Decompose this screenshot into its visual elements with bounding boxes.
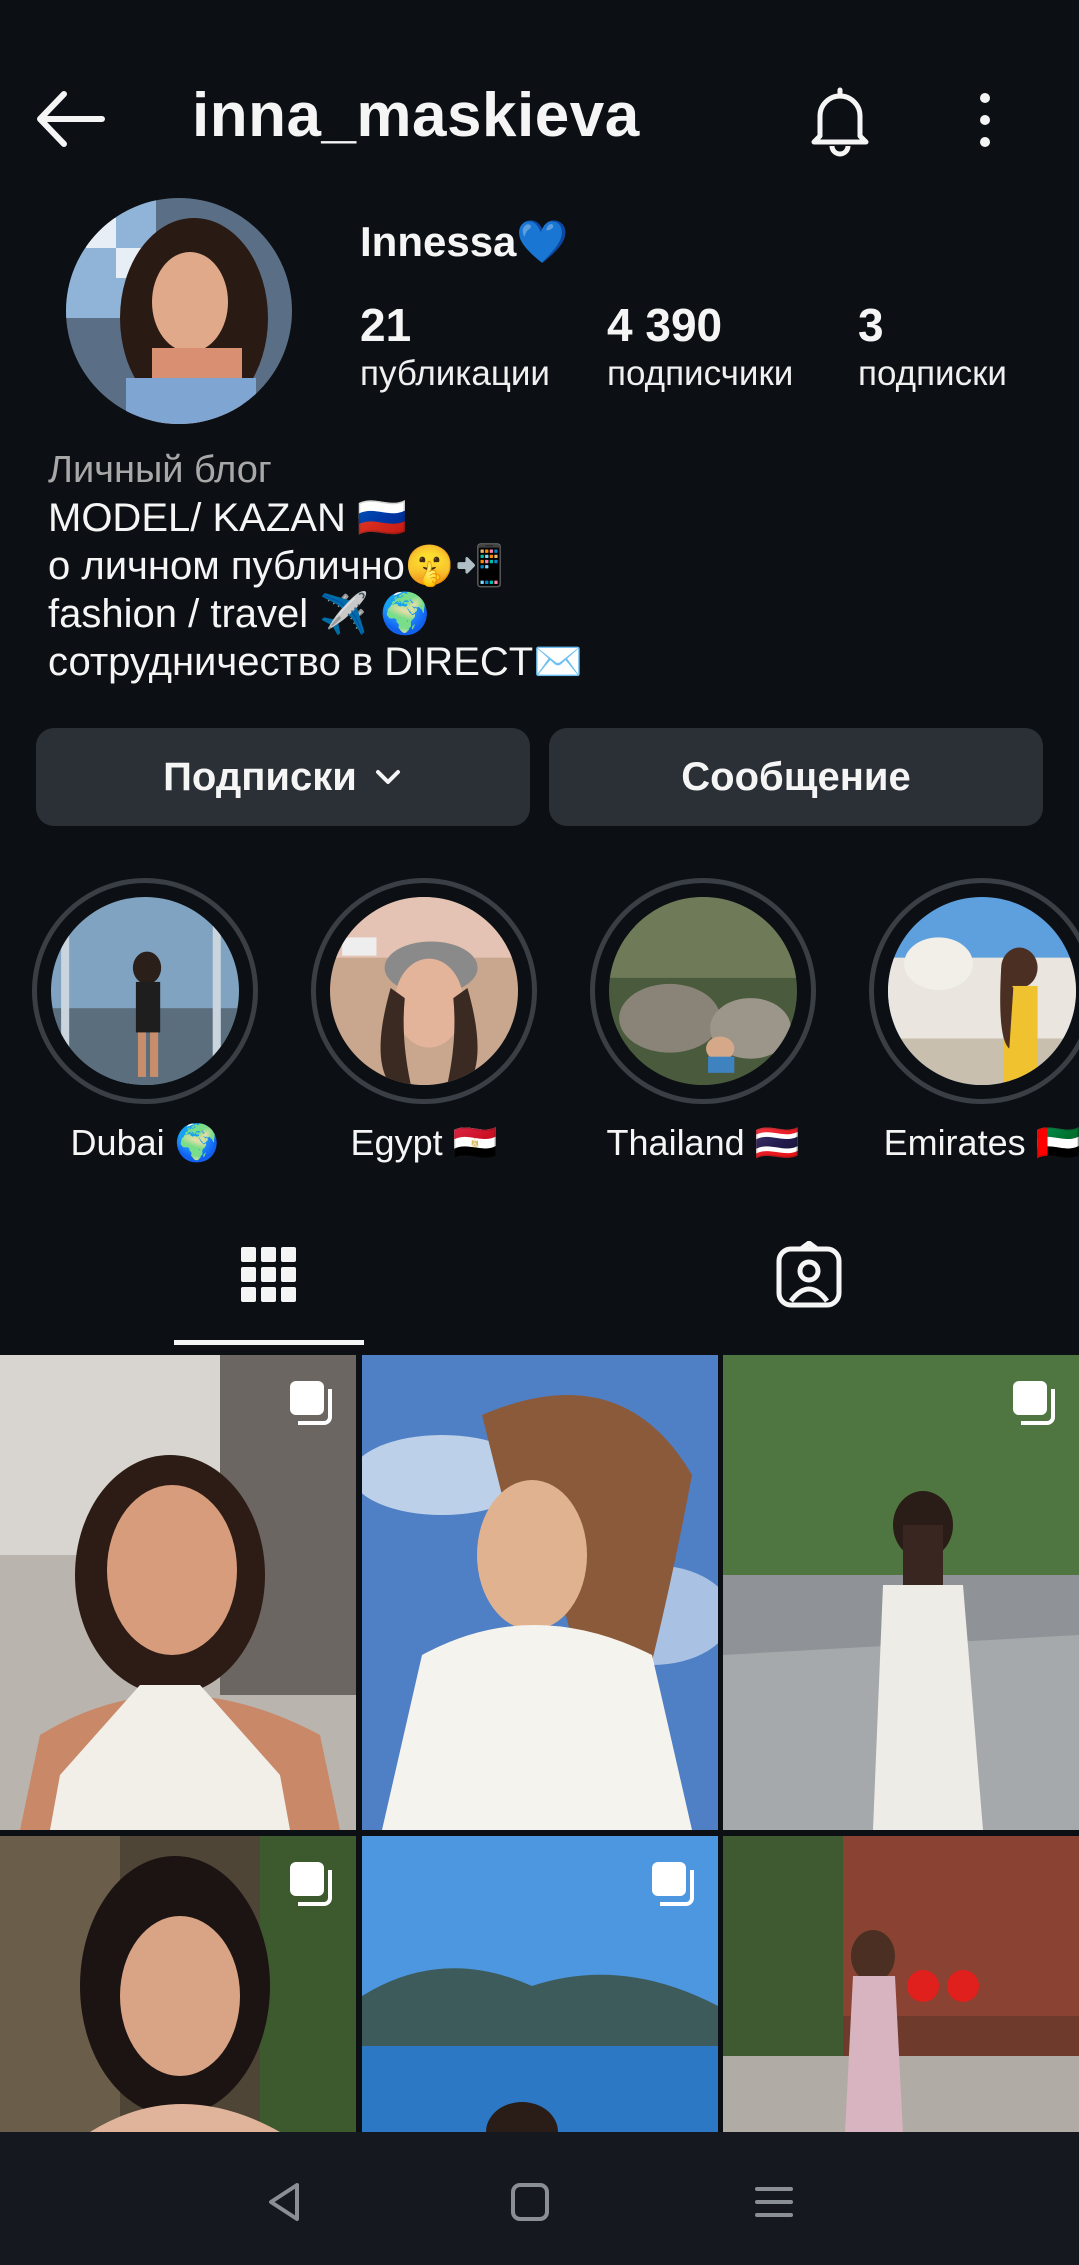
bio-category: Личный блог [48, 449, 272, 491]
display-name: Innessa💙 [360, 218, 569, 265]
tab-tagged[interactable] [714, 1200, 904, 1350]
profile-tabs [0, 1200, 1079, 1350]
post-thumbnail[interactable] [723, 1355, 1079, 1830]
menu-lines-icon [755, 2187, 793, 2217]
highlight-egypt[interactable]: Egypt 🇪🇬 [311, 878, 537, 1164]
system-recents-button[interactable] [734, 2162, 814, 2242]
carousel-icon [290, 1381, 332, 1425]
chevron-down-icon [375, 770, 400, 784]
following-count: 3 [858, 299, 884, 351]
following-stat[interactable]: 3 подписки [858, 298, 1007, 396]
bio-line: сотрудничество в DIRECT✉️ [48, 640, 583, 684]
bio-line: MODEL/ KAZAN 🇷🇺 [48, 496, 407, 540]
post-thumbnail[interactable] [0, 1836, 356, 2132]
message-button-label: Сообщение [681, 754, 911, 799]
highlight-label: Egypt 🇪🇬 [350, 1122, 498, 1163]
message-button[interactable]: Сообщение [549, 728, 1043, 826]
active-tab-indicator [174, 1340, 364, 1345]
followers-stat[interactable]: 4 390 подписчики [607, 298, 793, 396]
post-thumbnail[interactable] [362, 1355, 718, 1830]
highlight-cover [609, 897, 797, 1085]
more-vertical-icon [980, 93, 990, 147]
tab-posts-grid[interactable] [174, 1200, 364, 1350]
following-dropdown-button[interactable]: Подписки [36, 728, 530, 826]
profile-bio: Личный блог MODEL/ KAZAN 🇷🇺 о личном пуб… [48, 446, 1048, 686]
more-options-button[interactable] [950, 80, 1020, 160]
posts-label: публикации [360, 354, 550, 393]
posts-count: 21 [360, 299, 412, 351]
profile-avatar[interactable] [66, 198, 292, 424]
bio-line: fashion / travel ✈️ 🌍 [48, 592, 430, 636]
profile-header: inna_maskieva [0, 60, 1079, 170]
followers-label: подписчики [607, 354, 794, 393]
highlight-label: Dubai 🌍 [70, 1122, 220, 1163]
highlight-emirates[interactable]: Emirates 🇦🇪 [869, 878, 1079, 1164]
following-button-label: Подписки [163, 754, 357, 799]
carousel-icon [1013, 1381, 1055, 1425]
system-home-button[interactable] [490, 2162, 570, 2242]
back-button[interactable] [30, 84, 110, 154]
profile-username: inna_maskieva [192, 81, 640, 150]
highlight-cover [330, 897, 518, 1085]
highlight-cover [888, 897, 1076, 1085]
highlight-dubai[interactable]: Dubai 🌍 [32, 878, 258, 1164]
following-label: подписки [858, 354, 1007, 393]
triangle-back-icon [269, 2183, 299, 2221]
posts-stat[interactable]: 21 публикации [360, 298, 550, 396]
highlight-label: Thailand 🇹🇭 [606, 1122, 800, 1163]
carousel-icon [652, 1862, 694, 1906]
highlight-thailand[interactable]: Thailand 🇹🇭 [590, 878, 816, 1164]
back-arrow-icon [37, 91, 105, 147]
system-back-button[interactable] [244, 2162, 324, 2242]
system-navigation-bar [0, 2132, 1079, 2265]
grid-icon [241, 1247, 296, 1302]
carousel-icon [290, 1862, 332, 1906]
square-home-icon [511, 2183, 549, 2221]
highlight-label: Emirates 🇦🇪 [883, 1122, 1079, 1163]
highlight-cover [51, 897, 239, 1085]
post-thumbnail[interactable] [0, 1355, 356, 1830]
followers-count: 4 390 [607, 299, 723, 351]
bio-line: о личном публично🤫📲 [48, 544, 505, 588]
post-thumbnail[interactable] [362, 1836, 718, 2132]
bell-icon [811, 87, 869, 157]
tagged-icon [776, 1241, 842, 1308]
post-thumbnail[interactable] [723, 1836, 1079, 2132]
notifications-button[interactable] [800, 80, 880, 160]
